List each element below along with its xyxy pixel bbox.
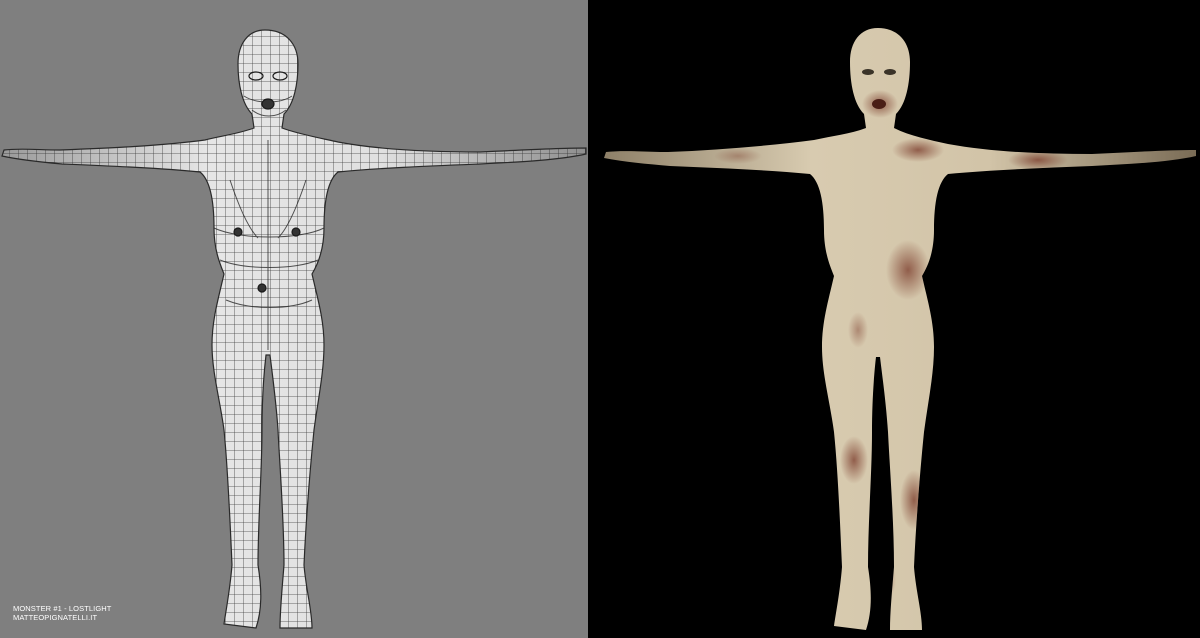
wireframe-figure: [1, 29, 587, 629]
wireframe-viewport: MONSTER #1 - LOSTLIGHT MATTEOPIGNATELLI.…: [0, 0, 588, 638]
render-viewport: [588, 0, 1200, 638]
caption-title: MONSTER #1 - LOSTLIGHT: [13, 604, 112, 613]
model-turnaround-image: MONSTER #1 - LOSTLIGHT MATTEOPIGNATELLI.…: [0, 0, 1200, 638]
credit-caption: MONSTER #1 - LOSTLIGHT MATTEOPIGNATELLI.…: [13, 604, 111, 622]
caption-website: MATTEOPIGNATELLI.IT: [13, 613, 98, 622]
textured-figure: [604, 28, 1196, 630]
